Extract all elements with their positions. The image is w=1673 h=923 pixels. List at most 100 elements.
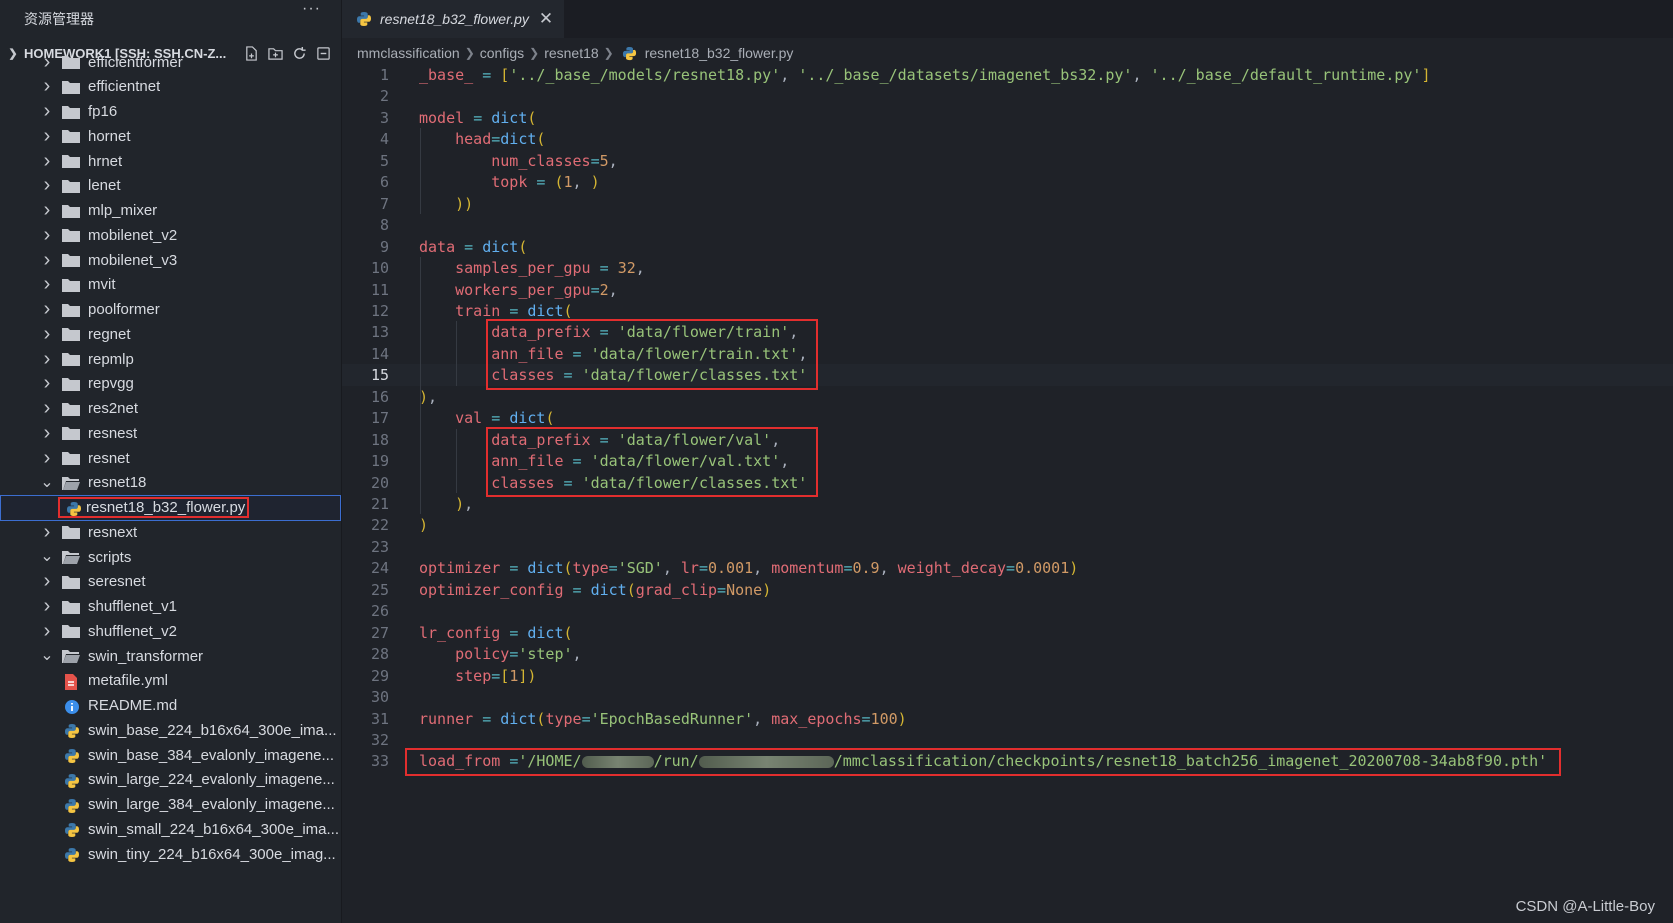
chevron-down-icon[interactable]: ⌄ — [40, 648, 54, 664]
tree-item[interactable]: › mvit — [0, 272, 341, 298]
chevron-right-icon[interactable]: › — [40, 447, 54, 470]
code-line[interactable]: 6 topk = (1, ) — [342, 171, 1673, 193]
chevron-right-icon[interactable]: › — [40, 595, 54, 618]
code-line[interactable]: 28 policy='step', — [342, 643, 1673, 665]
chevron-right-icon[interactable]: › — [40, 372, 54, 395]
tree-item[interactable]: › shufflenet_v2 — [0, 618, 341, 644]
code-line[interactable]: 33 load_from ='/HOME//run//mmclassificati… — [342, 750, 1673, 772]
code-line[interactable]: 3 model = dict( — [342, 107, 1673, 129]
code-editor[interactable]: 1 _base_ = ['../_base_/models/resnet18.py… — [342, 64, 1673, 923]
tree-item[interactable]: › lenet — [0, 173, 341, 199]
chevron-right-icon[interactable]: › — [40, 75, 54, 98]
tree-item[interactable]: README.md — [0, 693, 341, 719]
chevron-down-icon[interactable]: ⌄ — [40, 549, 54, 565]
tree-item[interactable]: › regnet — [0, 321, 341, 347]
tree-item[interactable]: › hrnet — [0, 148, 341, 174]
code-line[interactable]: 21 ), — [342, 493, 1673, 515]
tree-item[interactable]: › efficientnet — [0, 74, 341, 100]
code-line[interactable]: 4 head=dict( — [342, 128, 1673, 150]
tree-item[interactable]: › efficientformer — [0, 49, 341, 75]
tree-item[interactable]: › hornet — [0, 123, 341, 149]
code-line[interactable]: 22) — [342, 514, 1673, 536]
tree-item[interactable]: › mlp_mixer — [0, 198, 341, 224]
chevron-right-icon[interactable]: › — [40, 51, 54, 74]
tree-item[interactable]: › mobilenet_v2 — [0, 222, 341, 248]
more-actions-icon[interactable]: ··· — [302, 0, 321, 18]
code-line[interactable]: 23 — [342, 536, 1673, 558]
chevron-right-icon[interactable]: › — [40, 397, 54, 420]
code-line[interactable]: 29 step=[1]) — [342, 665, 1673, 687]
code-line[interactable]: 1 _base_ = ['../_base_/models/resnet18.py… — [342, 64, 1673, 86]
tree-item[interactable]: › shufflenet_v1 — [0, 594, 341, 620]
code-line[interactable]: 17 val = dict( — [342, 407, 1673, 429]
code-line[interactable]: 16), — [342, 386, 1673, 408]
chevron-right-icon[interactable]: › — [40, 150, 54, 173]
code-line[interactable]: 31 runner = dict(type='EpochBasedRunner',… — [342, 708, 1673, 730]
chevron-right-icon[interactable]: › — [40, 125, 54, 148]
chevron-right-icon[interactable]: › — [40, 273, 54, 296]
code-line[interactable]: 7 )) — [342, 193, 1673, 215]
code-line[interactable]: 25 optimizer_config = dict(grad_clip=None… — [342, 579, 1673, 601]
tree-item[interactable]: swin_base_224_b16x64_300e_ima... — [0, 717, 341, 743]
chevron-right-icon[interactable]: › — [40, 174, 54, 197]
tree-item[interactable]: metafile.yml — [0, 668, 341, 694]
tree-item[interactable]: › res2net — [0, 396, 341, 422]
breadcrumb-item[interactable]: configs — [480, 41, 524, 65]
tree-item[interactable]: swin_large_384_evalonly_imagene... — [0, 792, 341, 818]
tree-item[interactable]: swin_small_224_b16x64_300e_ima... — [0, 816, 341, 842]
chevron-right-icon[interactable]: › — [40, 521, 54, 544]
chevron-down-icon[interactable]: ⌄ — [40, 474, 54, 490]
tree-item[interactable]: › fp16 — [0, 99, 341, 125]
code-line[interactable]: 15 classes = 'data/flower/classes.txt' — [342, 364, 1673, 387]
chevron-right-icon[interactable]: › — [40, 224, 54, 247]
code-line[interactable]: 26 — [342, 600, 1673, 622]
code-line[interactable]: 14 ann_file = 'data/flower/train.txt', — [342, 343, 1673, 365]
tree-item[interactable]: swin_tiny_224_b16x64_300e_imag... — [0, 841, 341, 867]
code-line[interactable]: 18 data_prefix = 'data/flower/val', — [342, 429, 1673, 451]
code-line[interactable]: 30 — [342, 686, 1673, 708]
tree-item[interactable]: › repmlp — [0, 346, 341, 372]
tree-item[interactable]: › resnet — [0, 445, 341, 471]
code-line[interactable]: 5 num_classes=5, — [342, 150, 1673, 172]
chevron-right-icon[interactable]: › — [40, 249, 54, 272]
code-line[interactable]: 19 ann_file = 'data/flower/val.txt', — [342, 450, 1673, 472]
code-line[interactable]: 10 samples_per_gpu = 32, — [342, 257, 1673, 279]
breadcrumb-item[interactable]: resnet18 — [544, 41, 598, 65]
tree-item[interactable]: swin_base_384_evalonly_imagene... — [0, 742, 341, 768]
tree-item[interactable]: ⌄ resnet18 — [0, 470, 341, 496]
code-line[interactable]: 27 lr_config = dict( — [342, 622, 1673, 644]
chevron-right-icon[interactable]: › — [40, 199, 54, 222]
tree-item[interactable]: resnet18_b32_flower.py — [0, 494, 341, 521]
folder-icon — [62, 402, 80, 416]
code-line[interactable]: 20 classes = 'data/flower/classes.txt' — [342, 472, 1673, 494]
chevron-right-icon[interactable]: › — [40, 100, 54, 123]
tree-item[interactable]: › seresnet — [0, 569, 341, 595]
chevron-right-icon[interactable]: › — [40, 298, 54, 321]
chevron-right-icon[interactable]: › — [40, 348, 54, 371]
tree-item[interactable]: › mobilenet_v3 — [0, 247, 341, 273]
tree-item[interactable]: ⌄ swin_transformer — [0, 643, 341, 669]
code-line[interactable]: 12 train = dict( — [342, 300, 1673, 322]
chevron-right-icon[interactable]: › — [40, 620, 54, 643]
code-line[interactable]: 24 optimizer = dict(type='SGD', lr=0.001,… — [342, 557, 1673, 579]
tree-item[interactable]: › poolformer — [0, 297, 341, 323]
close-tab-icon[interactable]: ✕ — [539, 9, 553, 29]
code-line[interactable]: 8 — [342, 214, 1673, 236]
tree-item[interactable]: › repvgg — [0, 371, 341, 397]
breadcrumb-item[interactable]: mmclassification — [357, 41, 460, 65]
chevron-right-icon[interactable]: › — [40, 570, 54, 593]
code-text: train = dict( — [455, 301, 573, 320]
code-line[interactable]: 9 data = dict( — [342, 236, 1673, 258]
tree-item[interactable]: › resnext — [0, 519, 341, 545]
code-line[interactable]: 13 data_prefix = 'data/flower/train', — [342, 321, 1673, 343]
chevron-right-icon[interactable]: › — [40, 422, 54, 445]
tree-item[interactable]: swin_large_224_evalonly_imagene... — [0, 767, 341, 793]
code-line[interactable]: 2 — [342, 85, 1673, 107]
tab-resnet18-b32-flower[interactable]: resnet18_b32_flower.py ✕ — [342, 0, 564, 38]
tree-item[interactable]: ⌄ scripts — [0, 544, 341, 570]
code-line[interactable]: 11 workers_per_gpu=2, — [342, 279, 1673, 301]
tree-item[interactable]: › resnest — [0, 420, 341, 446]
code-line[interactable]: 32 — [342, 729, 1673, 751]
breadcrumb-item[interactable]: resnet18_b32_flower.py — [645, 41, 794, 65]
chevron-right-icon[interactable]: › — [40, 323, 54, 346]
